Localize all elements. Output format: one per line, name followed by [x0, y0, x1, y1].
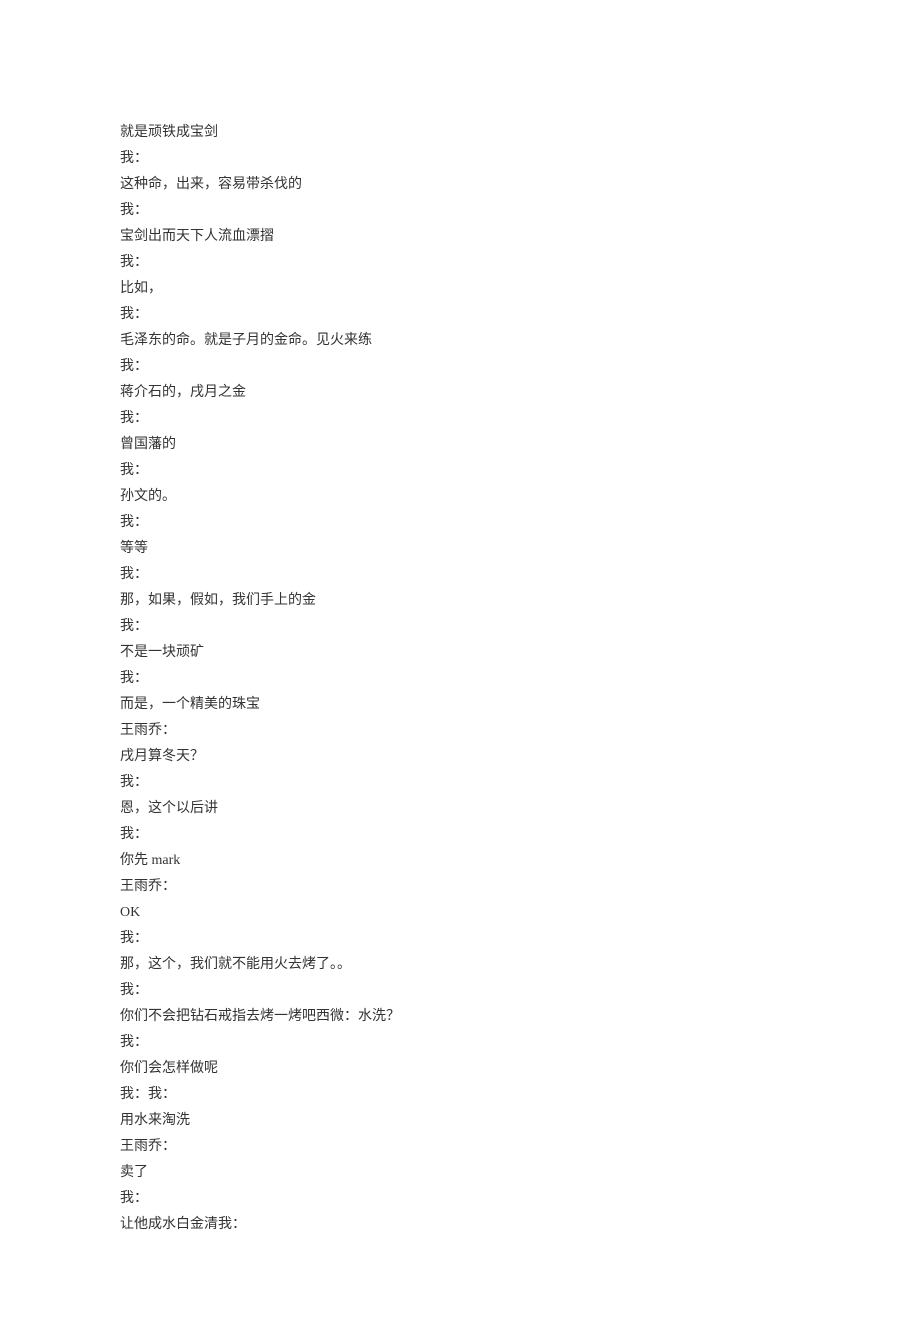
chat-line: 我： [120, 666, 800, 692]
chat-line: 我： [120, 302, 800, 328]
chat-line: 我： [120, 614, 800, 640]
chat-line: 我：我： [120, 1082, 800, 1108]
chat-line: 我： [120, 822, 800, 848]
chat-line: 你们不会把钻石戒指去烤一烤吧西微：水洗？ [120, 1004, 800, 1030]
chat-line: 不是一块顽矿 [120, 640, 800, 666]
chat-line: 我： [120, 250, 800, 276]
chat-line: 我： [120, 510, 800, 536]
chat-line: 那，如果，假如，我们手上的金 [120, 588, 800, 614]
chat-line: 就是顽铁成宝剑 [120, 120, 800, 146]
chat-line: 我： [120, 198, 800, 224]
chat-line: 而是，一个精美的珠宝 [120, 692, 800, 718]
chat-line: 戌月算冬天？ [120, 744, 800, 770]
chat-line: 我： [120, 1186, 800, 1212]
chat-line: 我： [120, 354, 800, 380]
chat-line: 曾国藩的 [120, 432, 800, 458]
chat-line: 蒋介石的，戌月之金 [120, 380, 800, 406]
chat-line: 毛泽东的命。就是子月的金命。见火来练 [120, 328, 800, 354]
chat-line: 用水来淘洗 [120, 1108, 800, 1134]
chat-line: 宝剑出而天下人流血漂摺 [120, 224, 800, 250]
chat-line: 我： [120, 458, 800, 484]
chat-line: 我： [120, 1030, 800, 1056]
chat-line: 王雨乔： [120, 718, 800, 744]
chat-line: 你们会怎样做呢 [120, 1056, 800, 1082]
chat-line: 比如， [120, 276, 800, 302]
document-page: 就是顽铁成宝剑 我： 这种命，出来，容易带杀伐的 我： 宝剑出而天下人流血漂摺 … [0, 0, 920, 1318]
chat-line: 让他成水白金清我： [120, 1212, 800, 1238]
chat-line: 恩，这个以后讲 [120, 796, 800, 822]
chat-line: 王雨乔： [120, 874, 800, 900]
chat-line: 等等 [120, 536, 800, 562]
chat-line: 我： [120, 562, 800, 588]
chat-line: 我： [120, 926, 800, 952]
chat-line: 我： [120, 770, 800, 796]
chat-line: OK [120, 900, 800, 926]
chat-line: 你先 mark [120, 848, 800, 874]
chat-line: 卖了 [120, 1160, 800, 1186]
chat-line: 孙文的。 [120, 484, 800, 510]
chat-line: 我： [120, 978, 800, 1004]
chat-line: 我： [120, 146, 800, 172]
chat-line: 那，这个，我们就不能用火去烤了。。 [120, 952, 800, 978]
chat-line: 这种命，出来，容易带杀伐的 [120, 172, 800, 198]
chat-line: 王雨乔： [120, 1134, 800, 1160]
chat-line: 我： [120, 406, 800, 432]
